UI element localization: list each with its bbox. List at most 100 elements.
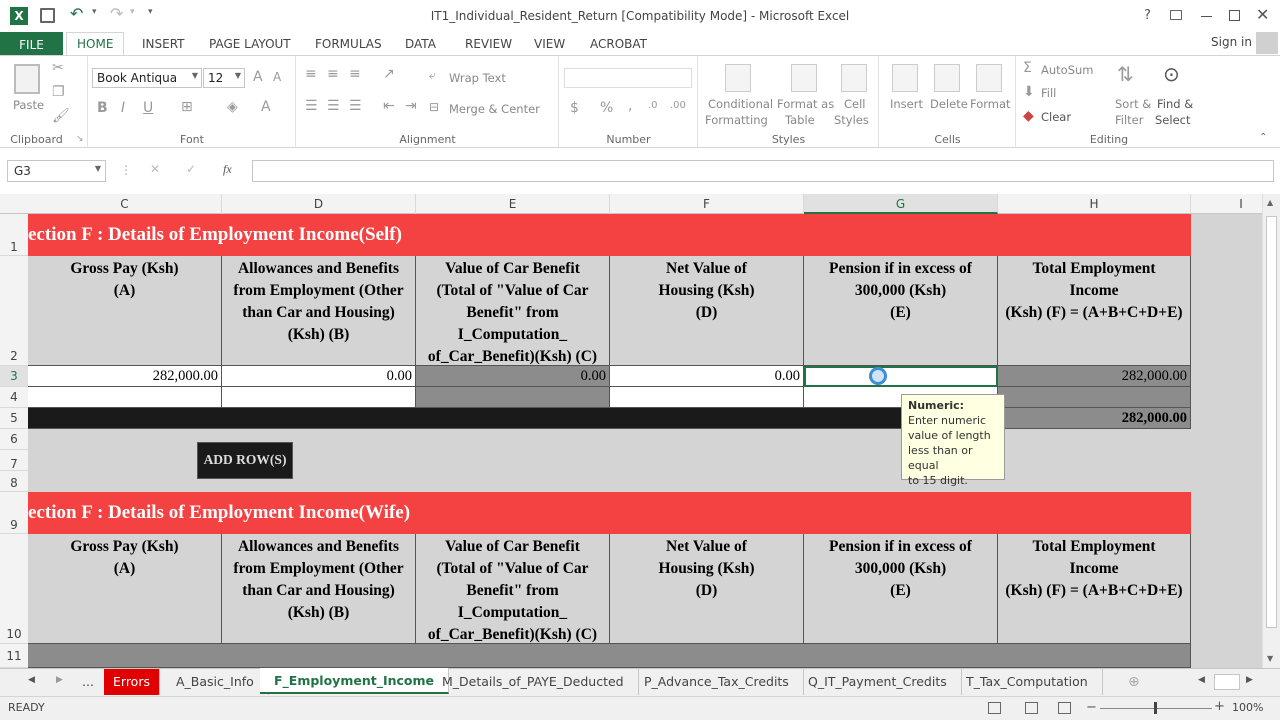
column-header-g[interactable]: G (804, 194, 998, 214)
insert-function-button[interactable]: fx (223, 162, 232, 177)
fill-color-icon[interactable]: ◈ (227, 99, 238, 115)
sheet-tab-m-details-paye[interactable]: M_Details_of_PAYE_Deducted (428, 669, 639, 695)
horizontal-scroll-thumb[interactable] (1214, 674, 1240, 690)
row-header-4[interactable]: 4 (0, 387, 28, 408)
row-header-5[interactable]: 5 (0, 408, 28, 429)
hscroll-left-icon[interactable]: ◀ (1198, 675, 1205, 685)
sort-filter-label-2[interactable]: Filter (1115, 113, 1143, 127)
page-break-view-icon[interactable] (1058, 702, 1071, 714)
undo-icon[interactable]: ↶ (70, 4, 83, 23)
align-center-icon[interactable]: ☰ (327, 98, 340, 114)
save-icon[interactable] (40, 8, 55, 23)
wrap-text-button[interactable]: Wrap Text (449, 71, 506, 85)
row-header-1[interactable]: 1 (0, 214, 28, 256)
sheet-tab-errors[interactable]: Errors (104, 669, 160, 695)
tab-review[interactable]: REVIEW (465, 35, 512, 53)
close-button[interactable]: ✕ (1256, 5, 1269, 24)
clear-button[interactable]: Clear (1041, 110, 1071, 124)
row-header-6[interactable]: 6 (0, 429, 28, 450)
tab-acrobat[interactable]: ACROBAT (590, 35, 647, 53)
clear-icon[interactable]: ◆ (1023, 108, 1034, 124)
formula-input[interactable] (252, 160, 1274, 182)
currency-button[interactable]: $ (570, 100, 579, 116)
sheet-tab-a-basic-info[interactable]: A_Basic_Info (162, 669, 269, 695)
decrease-font-icon[interactable]: A (273, 70, 281, 84)
decrease-indent-icon[interactable]: ⇤ (383, 98, 395, 114)
align-bottom-icon[interactable]: ≡ (349, 66, 361, 82)
bold-button[interactable]: B (97, 100, 108, 116)
column-header-h[interactable]: H (998, 194, 1191, 214)
conditional-formatting-label-2[interactable]: Formatting (705, 113, 768, 127)
scroll-down-icon[interactable]: ▼ (1267, 654, 1273, 663)
cell-styles-label-1[interactable]: Cell (844, 97, 866, 111)
sheet-tab-more[interactable]: ... (68, 669, 108, 695)
tab-file[interactable]: FILE (0, 32, 63, 56)
clipboard-launcher-icon[interactable]: ↘ (76, 134, 84, 144)
row-header-7[interactable]: 7 (0, 450, 28, 471)
tab-view[interactable]: VIEW (534, 35, 565, 53)
cell-d3[interactable]: 0.00 (222, 366, 416, 387)
cell-c3[interactable]: 282,000.00 (28, 366, 222, 387)
row-header-2[interactable]: 2 (0, 256, 28, 366)
sheet-tab-p-advance-tax[interactable]: P_Advance_Tax_Credits (630, 669, 804, 695)
undo-dropdown-icon[interactable]: ▾ (92, 7, 97, 17)
format-painter-icon[interactable]: 🖌 (52, 108, 70, 124)
percent-button[interactable]: % (600, 100, 613, 116)
normal-view-icon[interactable] (988, 702, 1001, 714)
merge-center-icon[interactable]: ⊟ (429, 100, 439, 114)
increase-indent-icon[interactable]: ⇥ (405, 98, 417, 114)
autosum-icon[interactable]: Σ (1023, 60, 1032, 76)
tab-formulas[interactable]: FORMULAS (315, 35, 382, 53)
cancel-entry-icon[interactable]: ✕ (150, 162, 160, 176)
name-box[interactable]: G3 ▼ (7, 160, 106, 182)
row-header-11[interactable]: 11 (0, 644, 28, 668)
font-size-combo[interactable]: 12 ▼ (203, 68, 245, 88)
column-header-e[interactable]: E (416, 194, 610, 214)
prev-sheet-icon[interactable]: ◀ (28, 675, 35, 685)
cell-e4[interactable] (416, 387, 610, 408)
font-color-icon[interactable]: A (261, 99, 271, 115)
vertical-scrollbar[interactable]: ▲ ▼ (1262, 194, 1280, 668)
maximize-button[interactable] (1229, 10, 1240, 21)
cell-f4[interactable] (610, 387, 804, 408)
align-right-icon[interactable]: ☰ (349, 98, 362, 114)
find-select-label-2[interactable]: Select (1155, 113, 1190, 127)
cell-styles-label-2[interactable]: Styles (834, 113, 869, 127)
italic-button[interactable]: I (121, 100, 125, 116)
sign-in-link[interactable]: Sign in (1211, 35, 1252, 49)
delete-cells-button[interactable]: Delete (930, 97, 968, 111)
zoom-slider-thumb[interactable] (1154, 702, 1157, 714)
worksheet-grid[interactable]: C D E F G H I 1 2 3 4 5 6 7 8 9 10 11 ec… (0, 194, 1262, 668)
cell-f3[interactable]: 0.00 (610, 366, 804, 387)
cell-h4[interactable] (998, 387, 1191, 408)
cell-e3[interactable]: 0.00 (416, 366, 610, 387)
font-name-combo[interactable]: Book Antiqua ▼ (92, 68, 202, 88)
paste-button[interactable]: Paste (13, 98, 44, 112)
row-header-8[interactable]: 8 (0, 471, 28, 492)
format-as-table-label-1[interactable]: Format as (777, 97, 834, 111)
autosum-button[interactable]: AutoSum (1041, 63, 1094, 77)
cell-h5-total[interactable]: 282,000.00 (998, 408, 1191, 429)
redo-icon[interactable]: ↷ (110, 4, 123, 23)
sheet-tab-f-employment-income[interactable]: F_Employment_Income (260, 668, 449, 694)
scroll-up-icon[interactable]: ▲ (1267, 198, 1273, 207)
cell-d4[interactable] (222, 387, 416, 408)
increase-font-icon[interactable]: A (253, 69, 263, 85)
help-button[interactable]: ? (1144, 8, 1151, 23)
column-header-f[interactable]: F (610, 194, 804, 214)
increase-decimal-icon[interactable]: .0 (648, 100, 658, 111)
number-format-combo[interactable] (564, 68, 692, 88)
collapse-ribbon-icon[interactable]: ⌃ (1259, 132, 1267, 143)
new-sheet-icon[interactable]: ⊕ (1128, 674, 1140, 690)
tab-data[interactable]: DATA (405, 35, 436, 53)
align-top-icon[interactable]: ≡ (305, 66, 317, 82)
row-header-10[interactable]: 10 (0, 534, 28, 644)
customize-qat-icon[interactable]: ▾ (148, 7, 153, 17)
column-header-i[interactable]: I (1191, 194, 1262, 214)
merge-center-button[interactable]: Merge & Center (449, 102, 540, 116)
conditional-formatting-label-1[interactable]: Conditional (708, 97, 773, 111)
row-header-9[interactable]: 9 (0, 492, 28, 534)
sort-filter-label-1[interactable]: Sort & (1115, 97, 1151, 111)
align-middle-icon[interactable]: ≡ (327, 66, 339, 82)
decrease-decimal-icon[interactable]: .00 (670, 100, 686, 111)
